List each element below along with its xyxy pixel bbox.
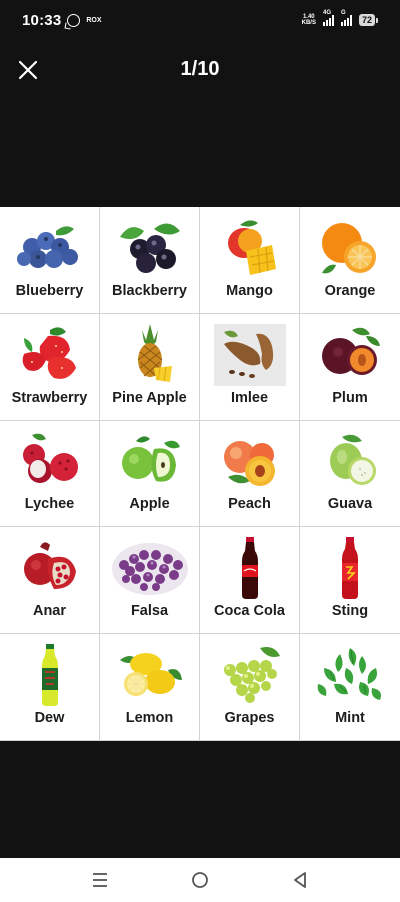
home-button[interactable]	[150, 858, 250, 902]
grid-item-label: Dew	[34, 710, 65, 726]
status-time: 10:33	[22, 11, 62, 29]
grid-item-blueberry[interactable]: Blueberry	[0, 207, 100, 314]
grid-item-coca-cola[interactable]: Coca Cola	[200, 527, 300, 635]
blueberry-icon	[0, 217, 99, 279]
menu-icon	[93, 873, 107, 887]
net-type-1: 4G	[322, 9, 331, 16]
grid-item-lemon[interactable]: Lemon	[100, 634, 200, 741]
system-nav-bar	[0, 858, 400, 902]
grid-item-sting[interactable]: Sting	[300, 527, 400, 635]
orange-icon	[300, 217, 400, 279]
lychee-icon	[0, 431, 99, 493]
grid-item-label: Plum	[332, 389, 368, 406]
grid-item-label: Apple	[129, 496, 170, 513]
grid-item-label: Peach	[228, 496, 271, 513]
grid-item-label: Sting	[331, 603, 369, 620]
grid-item-label: Guava	[327, 496, 373, 513]
battery-icon: 72	[358, 14, 378, 26]
grid-item-guava[interactable]: Guava	[300, 420, 400, 528]
back-triangle-icon	[294, 872, 306, 888]
net-speed: 1.40 KB/S	[302, 14, 316, 26]
tamarind-icon	[200, 323, 299, 386]
falsa-icon	[100, 537, 199, 599]
home-circle-icon	[192, 872, 208, 888]
grid-item-label: Grapes	[224, 710, 275, 726]
guava-icon	[300, 431, 400, 493]
signal-icon-2: G	[340, 10, 352, 26]
apple-icon	[100, 431, 199, 493]
grid-item-label: Falsa	[130, 603, 169, 620]
page-counter: 1/10	[180, 58, 220, 80]
grid-item-lychee[interactable]: Lychee	[0, 420, 100, 528]
grid-item-label: Strawberry	[11, 389, 88, 406]
grid-item-label: Pine Apple	[112, 389, 187, 406]
grid-item-pineapple[interactable]: Pine Apple	[100, 313, 200, 421]
grid-item-label: Coca Cola	[214, 603, 285, 620]
grid-item-label: Mango	[226, 282, 273, 299]
grid-item-imlee[interactable]: Imlee	[200, 313, 300, 421]
grid-item-plum[interactable]: Plum	[300, 313, 400, 421]
grid-item-dew[interactable]: Dew	[0, 634, 100, 741]
grid-item-label: Blueberry	[15, 282, 84, 299]
sting-bottle-icon	[300, 537, 400, 600]
plum-icon	[300, 324, 400, 386]
recent-apps-button[interactable]	[50, 858, 150, 902]
grid-item-label: Mint	[335, 710, 365, 726]
grid-item-falsa[interactable]: Falsa	[100, 527, 200, 635]
grid-item-apple[interactable]: Apple	[100, 420, 200, 528]
whatsapp-icon	[67, 13, 81, 27]
viewer-top-bar: 1/10	[0, 48, 400, 92]
pineapple-icon	[100, 323, 199, 386]
grid-item-label: Blackberry	[112, 282, 187, 299]
blackberry-icon	[100, 217, 199, 279]
grid-item-label: Orange	[324, 282, 376, 299]
peach-icon	[200, 431, 299, 493]
grid-item-mango[interactable]: Mango	[200, 207, 300, 314]
mint-icon	[300, 644, 400, 706]
dew-bottle-icon	[0, 644, 99, 707]
carrier-badge: ROX	[86, 16, 102, 24]
grapes-icon	[200, 644, 299, 706]
strawberry-icon	[0, 324, 99, 386]
grid-item-grapes[interactable]: Grapes	[200, 634, 300, 741]
pomegranate-icon	[0, 537, 99, 599]
grid-item-label: Lychee	[24, 496, 75, 513]
grid-item-label: Lemon	[125, 710, 174, 726]
status-bar: 10:33 ROX 1.40 KB/S 4G G 72	[0, 0, 400, 40]
mango-icon	[200, 217, 299, 279]
signal-icon-1: 4G	[322, 10, 334, 26]
grid-item-label: Imlee	[230, 389, 269, 406]
lemon-icon	[100, 644, 199, 706]
battery-level: 72	[358, 14, 375, 26]
grid-item-blackberry[interactable]: Blackberry	[100, 207, 200, 314]
back-button[interactable]	[250, 858, 350, 902]
net-speed-unit: KB/S	[301, 20, 316, 26]
cola-bottle-icon	[200, 537, 299, 600]
grid-item-orange[interactable]: Orange	[300, 207, 400, 314]
net-type-2: G	[340, 9, 346, 16]
grid-item-peach[interactable]: Peach	[200, 420, 300, 528]
grid-item-mint[interactable]: Mint	[300, 634, 400, 741]
grid-item-strawberry[interactable]: Strawberry	[0, 313, 100, 421]
grid-item-anar[interactable]: Anar	[0, 527, 100, 635]
grid-item-label: Anar	[32, 603, 67, 620]
fruit-drink-grid[interactable]: Blueberry Blackberry Mango Orange Strawb…	[0, 207, 400, 741]
